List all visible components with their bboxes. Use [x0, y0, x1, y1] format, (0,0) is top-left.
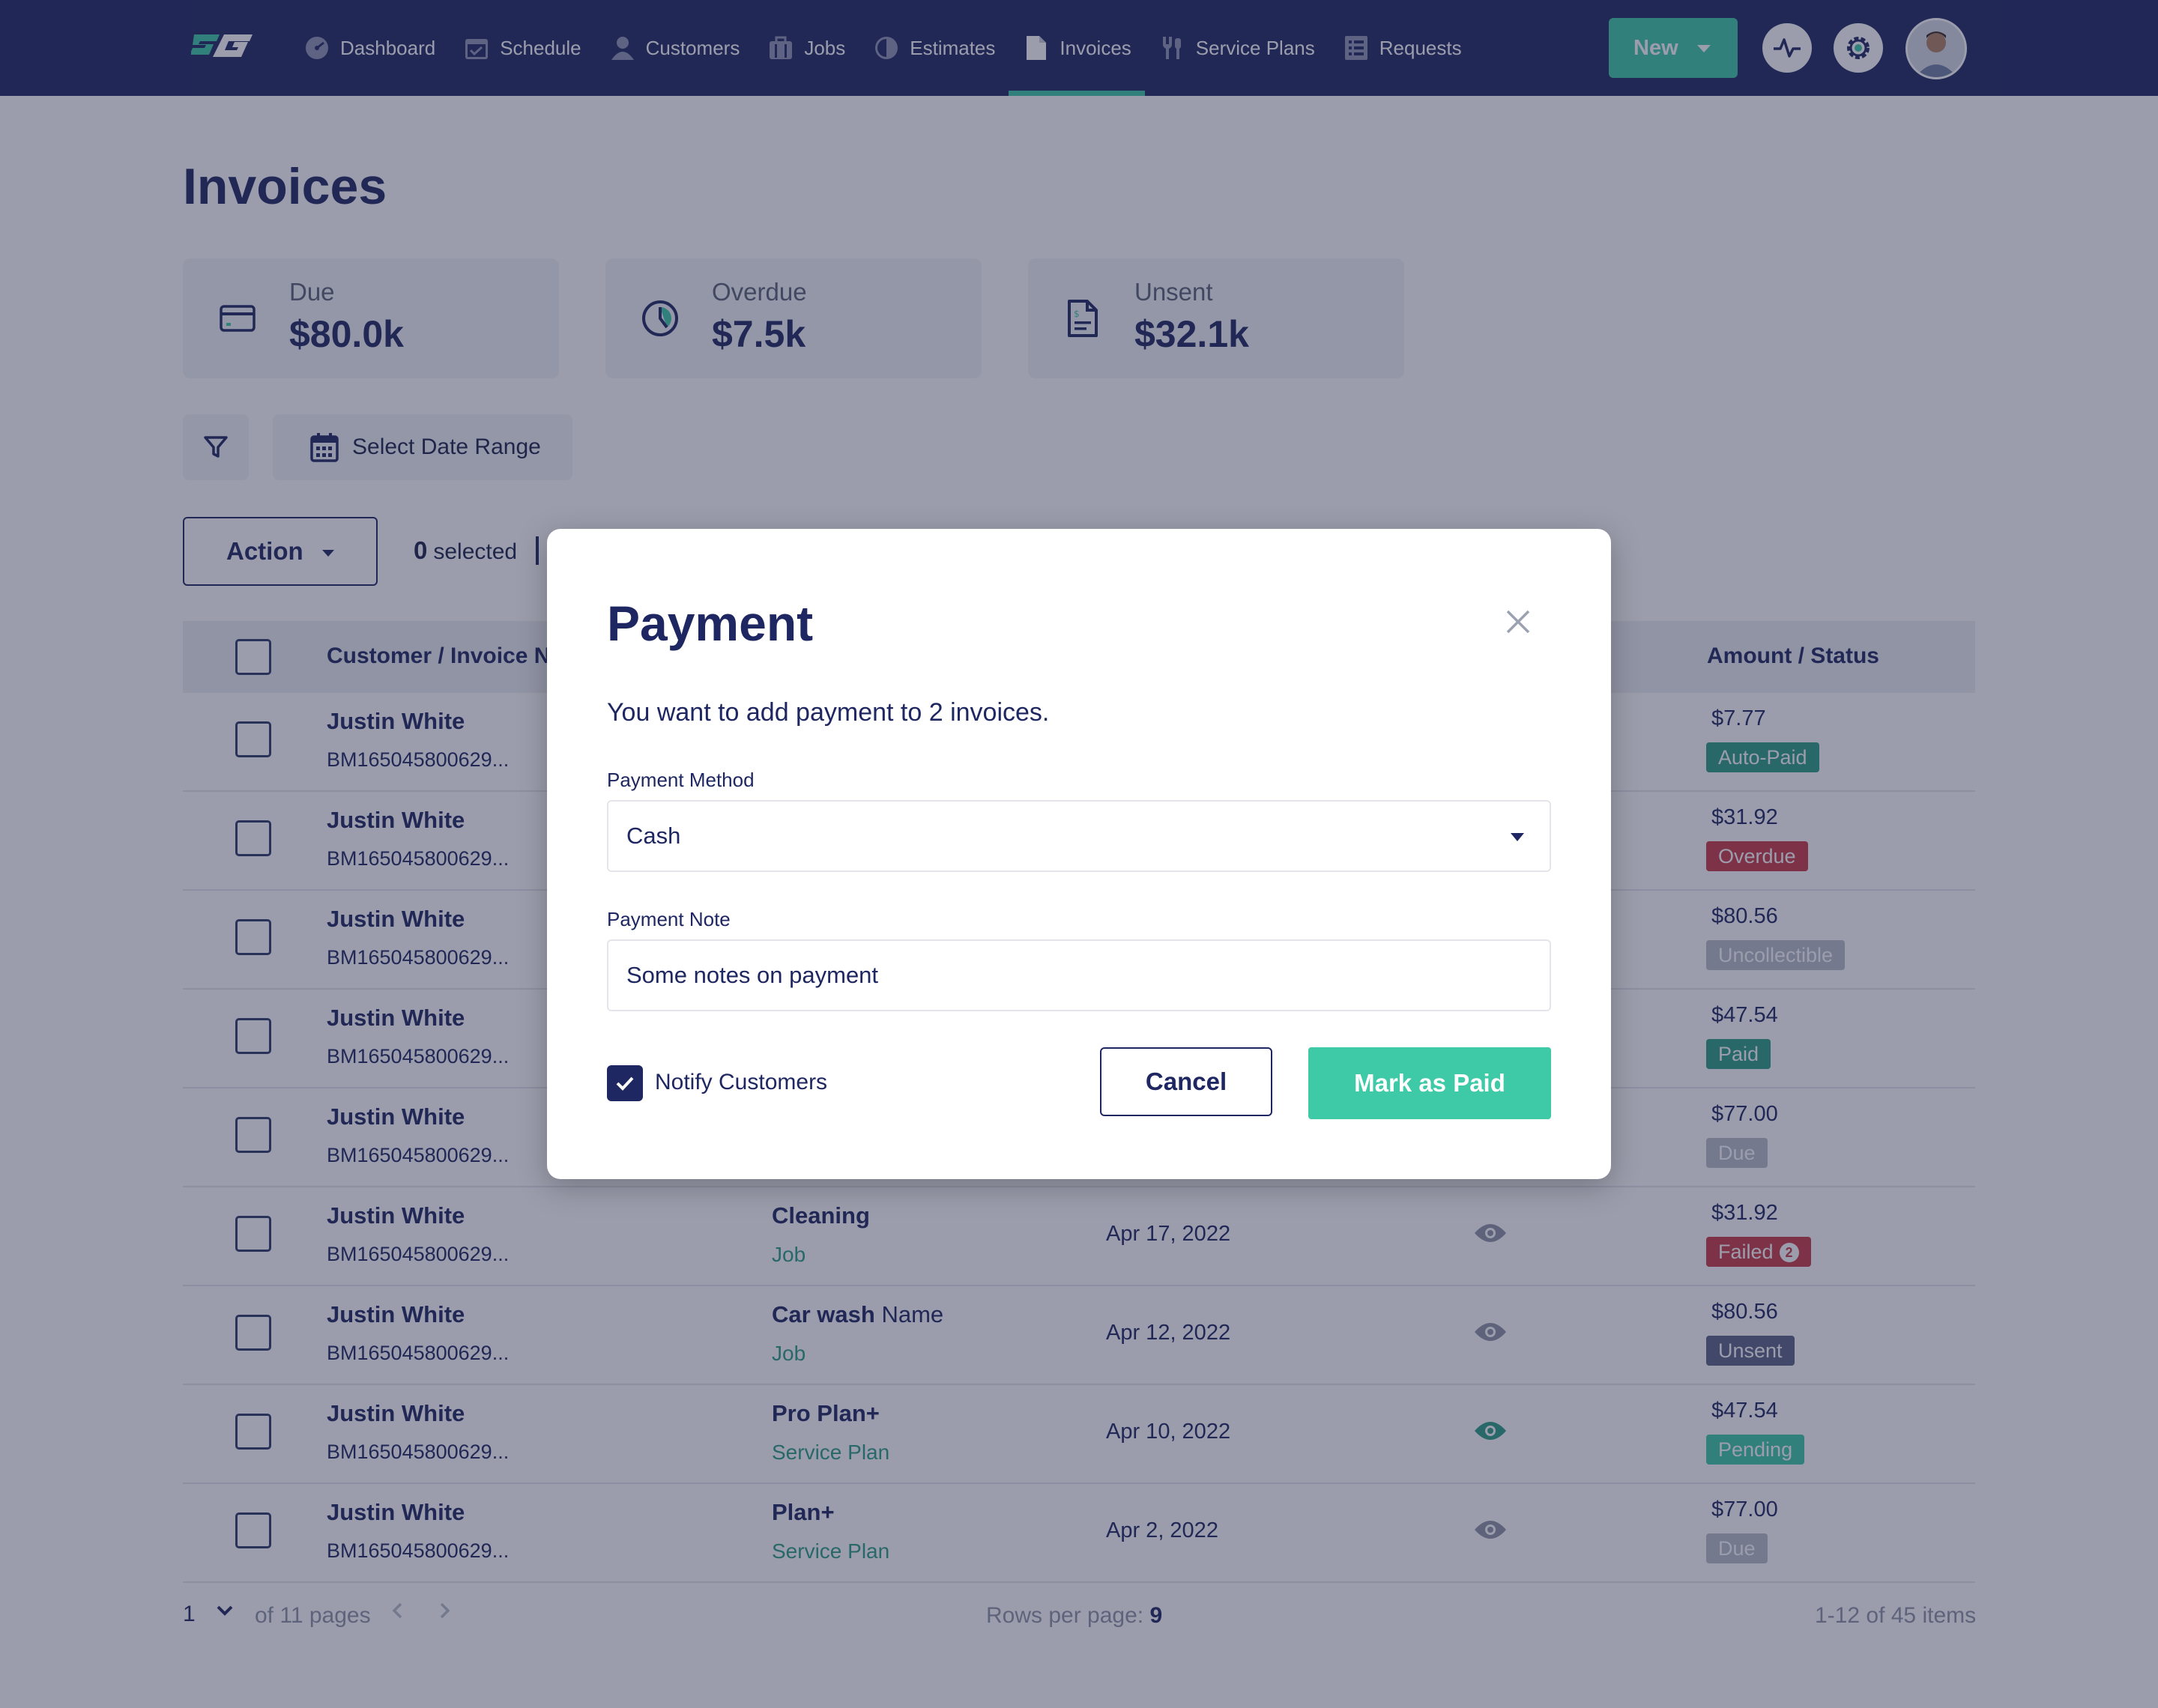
- payment-method-select[interactable]: Cash: [607, 800, 1551, 872]
- close-icon[interactable]: [1503, 607, 1533, 637]
- cancel-button[interactable]: Cancel: [1100, 1047, 1272, 1116]
- modal-title: Payment: [607, 596, 814, 651]
- notify-customers-checkbox[interactable]: [607, 1065, 643, 1101]
- payment-note-label: Payment Note: [607, 908, 731, 930]
- notify-customers-label[interactable]: Notify Customers: [655, 1070, 827, 1095]
- payment-note-input[interactable]: Some notes on payment: [607, 939, 1551, 1011]
- checkmark-icon: [614, 1072, 636, 1094]
- dropdown-arrow-icon: [1511, 833, 1524, 841]
- payment-method-label: Payment Method: [607, 769, 755, 791]
- payment-modal: Payment You want to add payment to 2 inv…: [547, 529, 1611, 1179]
- mark-as-paid-button[interactable]: Mark as Paid: [1308, 1047, 1551, 1119]
- modal-message: You want to add payment to 2 invoices.: [607, 698, 1050, 727]
